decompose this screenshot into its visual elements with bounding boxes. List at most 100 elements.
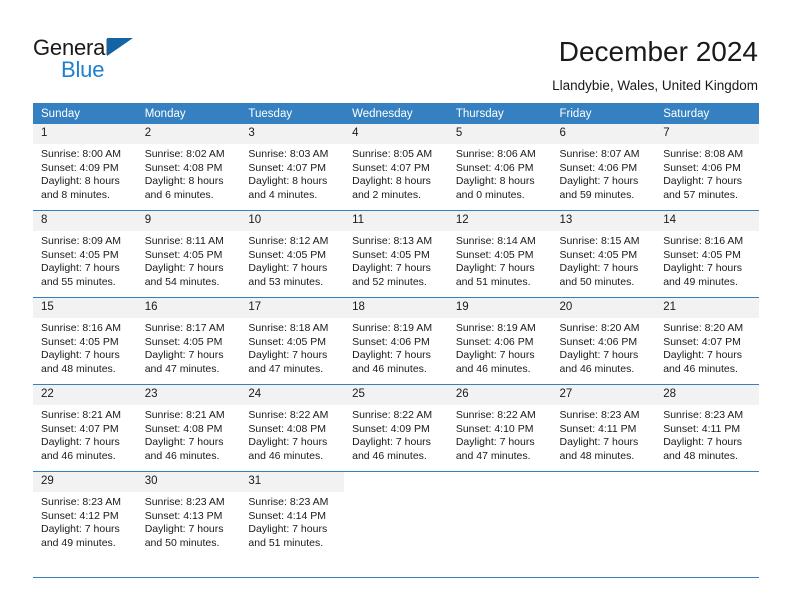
calendar-day-cell[interactable]: 22 Sunrise: 8:21 AM Sunset: 4:07 PM Dayl… — [33, 384, 137, 472]
day-number: 30 — [136, 472, 241, 492]
calendar-day-cell[interactable]: 2 Sunrise: 8:02 AM Sunset: 4:08 PM Dayli… — [136, 124, 241, 211]
calendar-day-cell[interactable]: 11 Sunrise: 8:13 AM Sunset: 4:05 PM Dayl… — [344, 210, 448, 298]
daylight-text-line1: Daylight: 7 hours — [352, 262, 431, 275]
sunrise-text: Sunrise: 8:02 AM — [144, 148, 225, 160]
calendar-day-cell[interactable]: 18 Sunrise: 8:19 AM Sunset: 4:06 PM Dayl… — [344, 297, 448, 385]
sunrise-text: Sunrise: 8:11 AM — [144, 235, 224, 247]
calendar-day-cell[interactable]: 17 Sunrise: 8:18 AM Sunset: 4:05 PM Dayl… — [240, 297, 345, 385]
day-details: Sunrise: 8:23 AM Sunset: 4:13 PM Dayligh… — [137, 492, 241, 550]
calendar-day-cell[interactable]: 1 Sunrise: 8:00 AM Sunset: 4:09 PM Dayli… — [33, 124, 137, 211]
day-number: 25 — [344, 385, 448, 405]
day-cell-inner: 2 Sunrise: 8:02 AM Sunset: 4:08 PM Dayli… — [136, 124, 241, 210]
day-number: 27 — [551, 385, 656, 405]
sunrise-text: Sunrise: 8:23 AM — [559, 409, 640, 421]
daylight-text-line1: Daylight: 7 hours — [144, 349, 224, 362]
day-number: 14 — [655, 211, 759, 231]
calendar-day-cell[interactable]: 31 Sunrise: 8:23 AM Sunset: 4:14 PM Dayl… — [240, 471, 345, 558]
calendar-day-cell[interactable]: 16 Sunrise: 8:17 AM Sunset: 4:05 PM Dayl… — [136, 297, 241, 385]
sunrise-text: Sunrise: 8:12 AM — [248, 235, 329, 247]
calendar-day-cell[interactable]: 29 Sunrise: 8:23 AM Sunset: 4:12 PM Dayl… — [33, 471, 137, 558]
calendar-day-cell[interactable]: 10 Sunrise: 8:12 AM Sunset: 4:05 PM Dayl… — [240, 210, 345, 298]
daylight-text-line2: and 46 minutes. — [144, 449, 220, 462]
calendar-day-cell[interactable]: 15 Sunrise: 8:16 AM Sunset: 4:05 PM Dayl… — [33, 297, 137, 385]
calendar-day-cell[interactable]: 3 Sunrise: 8:03 AM Sunset: 4:07 PM Dayli… — [240, 124, 345, 211]
sunset-text: Sunset: 4:07 PM — [352, 161, 430, 174]
day-number: 22 — [33, 385, 137, 405]
daylight-text-line1: Daylight: 7 hours — [144, 436, 224, 449]
sunset-text: Sunset: 4:08 PM — [144, 161, 223, 174]
day-cell-inner: 18 Sunrise: 8:19 AM Sunset: 4:06 PM Dayl… — [344, 298, 448, 384]
sunset-text: Sunset: 4:05 PM — [41, 248, 119, 261]
daylight-text-line1: Daylight: 8 hours — [144, 175, 224, 188]
calendar-day-cell[interactable]: 7 Sunrise: 8:08 AM Sunset: 4:06 PM Dayli… — [655, 124, 759, 211]
day-cell-inner: 16 Sunrise: 8:17 AM Sunset: 4:05 PM Dayl… — [136, 298, 241, 384]
sunset-text: Sunset: 4:11 PM — [559, 422, 637, 435]
day-details: Sunrise: 8:22 AM Sunset: 4:08 PM Dayligh… — [240, 405, 344, 463]
sunset-text: Sunset: 4:12 PM — [41, 509, 119, 522]
weekday-header-row: Sunday Monday Tuesday Wednesday Thursday… — [33, 103, 759, 124]
day-cell-inner: 22 Sunrise: 8:21 AM Sunset: 4:07 PM Dayl… — [33, 385, 137, 471]
day-number — [551, 472, 656, 492]
calendar-day-cell[interactable]: 4 Sunrise: 8:05 AM Sunset: 4:07 PM Dayli… — [344, 124, 448, 211]
day-number: 15 — [33, 298, 137, 318]
day-number: 23 — [136, 385, 241, 405]
calendar-day-cell[interactable]: 9 Sunrise: 8:11 AM Sunset: 4:05 PM Dayli… — [136, 210, 241, 298]
daylight-text-line1: Daylight: 7 hours — [663, 349, 743, 362]
day-cell-inner: 8 Sunrise: 8:09 AM Sunset: 4:05 PM Dayli… — [33, 211, 137, 297]
sunrise-text: Sunrise: 8:22 AM — [248, 409, 329, 421]
calendar-day-cell[interactable]: 23 Sunrise: 8:21 AM Sunset: 4:08 PM Dayl… — [136, 384, 241, 472]
calendar-day-cell[interactable]: 26 Sunrise: 8:22 AM Sunset: 4:10 PM Dayl… — [447, 384, 552, 472]
sunset-text: Sunset: 4:05 PM — [455, 248, 534, 261]
sunset-text: Sunset: 4:07 PM — [663, 335, 741, 348]
calendar-day-cell[interactable]: 20 Sunrise: 8:20 AM Sunset: 4:06 PM Dayl… — [551, 297, 656, 385]
calendar-day-cell[interactable]: 12 Sunrise: 8:14 AM Sunset: 4:05 PM Dayl… — [447, 210, 552, 298]
daylight-text-line2: and 46 minutes. — [41, 449, 116, 462]
daylight-text-line2: and 46 minutes. — [352, 449, 427, 462]
day-number: 18 — [344, 298, 448, 318]
calendar-day-cell[interactable]: 24 Sunrise: 8:22 AM Sunset: 4:08 PM Dayl… — [240, 384, 345, 472]
daylight-text-line2: and 46 minutes. — [248, 449, 324, 462]
sunrise-text: Sunrise: 8:23 AM — [144, 496, 225, 508]
calendar-day-cell[interactable]: 13 Sunrise: 8:15 AM Sunset: 4:05 PM Dayl… — [551, 210, 656, 298]
sunset-text: Sunset: 4:09 PM — [352, 422, 430, 435]
day-number: 24 — [240, 385, 345, 405]
sunrise-text: Sunrise: 8:20 AM — [559, 322, 640, 334]
day-cell-inner: 3 Sunrise: 8:03 AM Sunset: 4:07 PM Dayli… — [240, 124, 345, 210]
daylight-text-line1: Daylight: 7 hours — [559, 175, 639, 188]
day-number: 8 — [33, 211, 137, 231]
daylight-text-line2: and 4 minutes. — [248, 188, 318, 201]
daylight-text-line1: Daylight: 7 hours — [144, 262, 224, 275]
calendar-week-row: 1 Sunrise: 8:00 AM Sunset: 4:09 PM Dayli… — [33, 124, 759, 211]
calendar-day-cell[interactable]: 6 Sunrise: 8:07 AM Sunset: 4:06 PM Dayli… — [551, 124, 656, 211]
sunset-text: Sunset: 4:05 PM — [248, 335, 327, 348]
calendar-day-cell[interactable]: 27 Sunrise: 8:23 AM Sunset: 4:11 PM Dayl… — [551, 384, 656, 472]
day-details: Sunrise: 8:19 AM Sunset: 4:06 PM Dayligh… — [344, 318, 448, 376]
day-details: Sunrise: 8:23 AM Sunset: 4:11 PM Dayligh… — [655, 405, 759, 463]
calendar-day-cell[interactable]: 21 Sunrise: 8:20 AM Sunset: 4:07 PM Dayl… — [655, 297, 759, 385]
calendar-day-cell[interactable]: 5 Sunrise: 8:06 AM Sunset: 4:06 PM Dayli… — [447, 124, 552, 211]
day-number: 12 — [447, 211, 552, 231]
sunset-text: Sunset: 4:05 PM — [144, 335, 223, 348]
sunrise-text: Sunrise: 8:14 AM — [455, 235, 536, 247]
day-cell-inner — [344, 472, 448, 558]
day-number: 3 — [240, 124, 345, 144]
sunrise-text: Sunrise: 8:19 AM — [455, 322, 536, 334]
day-cell-inner: 24 Sunrise: 8:22 AM Sunset: 4:08 PM Dayl… — [240, 385, 345, 471]
day-details: Sunrise: 8:21 AM Sunset: 4:07 PM Dayligh… — [33, 405, 137, 463]
daylight-text-line2: and 52 minutes. — [352, 275, 427, 288]
calendar-day-cell[interactable]: 25 Sunrise: 8:22 AM Sunset: 4:09 PM Dayl… — [344, 384, 448, 472]
calendar-week-row: 29 Sunrise: 8:23 AM Sunset: 4:12 PM Dayl… — [33, 471, 759, 558]
daylight-text-line2: and 59 minutes. — [559, 188, 635, 201]
sunrise-text: Sunrise: 8:08 AM — [663, 148, 744, 160]
day-number: 11 — [344, 211, 448, 231]
sunrise-text: Sunrise: 8:22 AM — [455, 409, 536, 421]
calendar-day-cell[interactable]: 14 Sunrise: 8:16 AM Sunset: 4:05 PM Dayl… — [655, 210, 759, 298]
calendar-day-cell[interactable]: 30 Sunrise: 8:23 AM Sunset: 4:13 PM Dayl… — [136, 471, 241, 558]
calendar-bottom-rule — [33, 577, 759, 578]
daylight-text-line1: Daylight: 7 hours — [248, 523, 328, 536]
daylight-text-line1: Daylight: 7 hours — [559, 349, 639, 362]
day-cell-inner: 19 Sunrise: 8:19 AM Sunset: 4:06 PM Dayl… — [447, 298, 552, 384]
calendar-day-cell[interactable]: 28 Sunrise: 8:23 AM Sunset: 4:11 PM Dayl… — [655, 384, 759, 472]
calendar-day-cell[interactable]: 19 Sunrise: 8:19 AM Sunset: 4:06 PM Dayl… — [447, 297, 552, 385]
calendar-day-cell[interactable]: 8 Sunrise: 8:09 AM Sunset: 4:05 PM Dayli… — [33, 210, 137, 298]
